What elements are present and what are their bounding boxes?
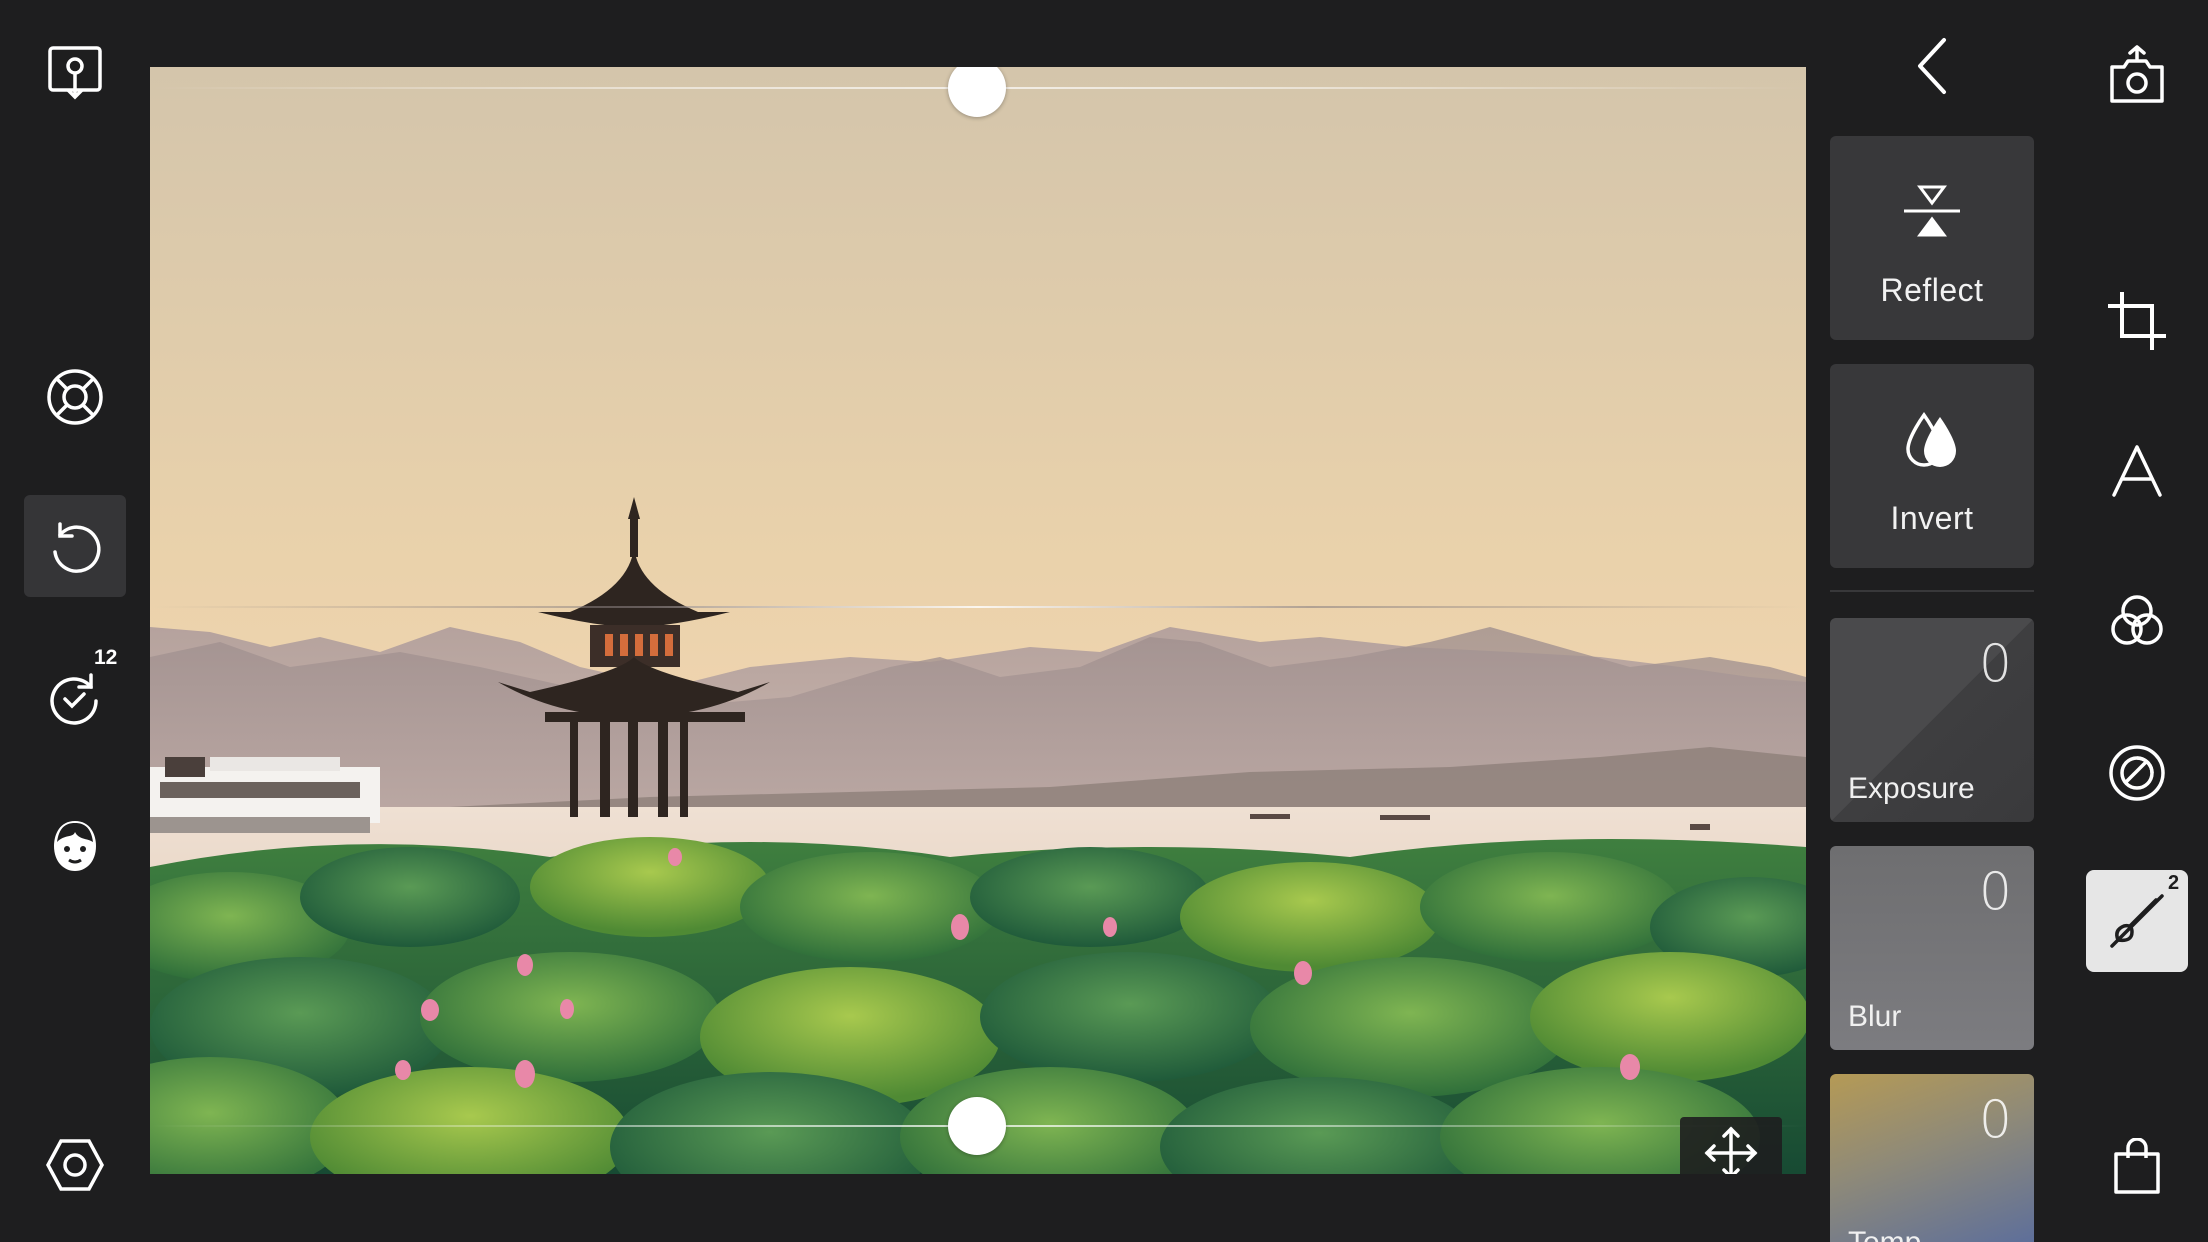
exposure-label: Exposure bbox=[1848, 772, 1975, 805]
temp-slider-card[interactable]: 0 Temp bbox=[1830, 1074, 2034, 1242]
photo-canvas[interactable] bbox=[150, 67, 1806, 1174]
gradient-center-line bbox=[150, 606, 1806, 608]
temp-value: 0 bbox=[1978, 1090, 2012, 1150]
shopping-bag-icon[interactable] bbox=[2086, 1116, 2188, 1218]
invert-label: Invert bbox=[1890, 500, 1974, 536]
history-count-badge: 12 bbox=[94, 646, 118, 669]
reflect-label: Reflect bbox=[1880, 272, 1984, 308]
lens-icon[interactable] bbox=[2086, 722, 2188, 824]
brush-mask-count-badge: 2 bbox=[2168, 872, 2180, 894]
export-camera-icon[interactable] bbox=[2086, 24, 2188, 126]
gradient-bottom-handle[interactable] bbox=[948, 1097, 1006, 1155]
move-icon[interactable] bbox=[1680, 1117, 1782, 1174]
blur-value: 0 bbox=[1978, 862, 2012, 922]
image-import-icon[interactable] bbox=[24, 22, 126, 124]
face-mask-icon[interactable] bbox=[24, 795, 126, 897]
brush-mask-icon[interactable]: 2 bbox=[2086, 870, 2188, 972]
text-icon[interactable] bbox=[2086, 420, 2188, 522]
lotus-pavilion-photo bbox=[150, 67, 1806, 1174]
lifebuoy-icon[interactable] bbox=[24, 346, 126, 448]
crop-icon[interactable] bbox=[2086, 270, 2188, 372]
reflect-button[interactable]: Reflect bbox=[1830, 136, 2034, 340]
exposure-slider-card[interactable]: 0 Exposure bbox=[1830, 618, 2034, 822]
temp-label: Temp bbox=[1848, 1226, 1921, 1242]
invert-drops-icon bbox=[1830, 406, 2034, 472]
exposure-value: 0 bbox=[1978, 634, 2012, 694]
back-chevron-icon[interactable] bbox=[1890, 30, 1974, 102]
reflect-icon bbox=[1830, 178, 2034, 244]
history-icon[interactable]: 12 bbox=[24, 646, 126, 748]
invert-button[interactable]: Invert bbox=[1830, 364, 2034, 568]
filters-icon[interactable] bbox=[2086, 570, 2188, 672]
settings-hexagon-icon[interactable] bbox=[24, 1114, 126, 1216]
panel-divider bbox=[1830, 590, 2034, 592]
blur-label: Blur bbox=[1848, 1000, 1902, 1033]
blur-slider-card[interactable]: 0 Blur bbox=[1830, 846, 2034, 1050]
undo-icon[interactable] bbox=[24, 495, 126, 597]
